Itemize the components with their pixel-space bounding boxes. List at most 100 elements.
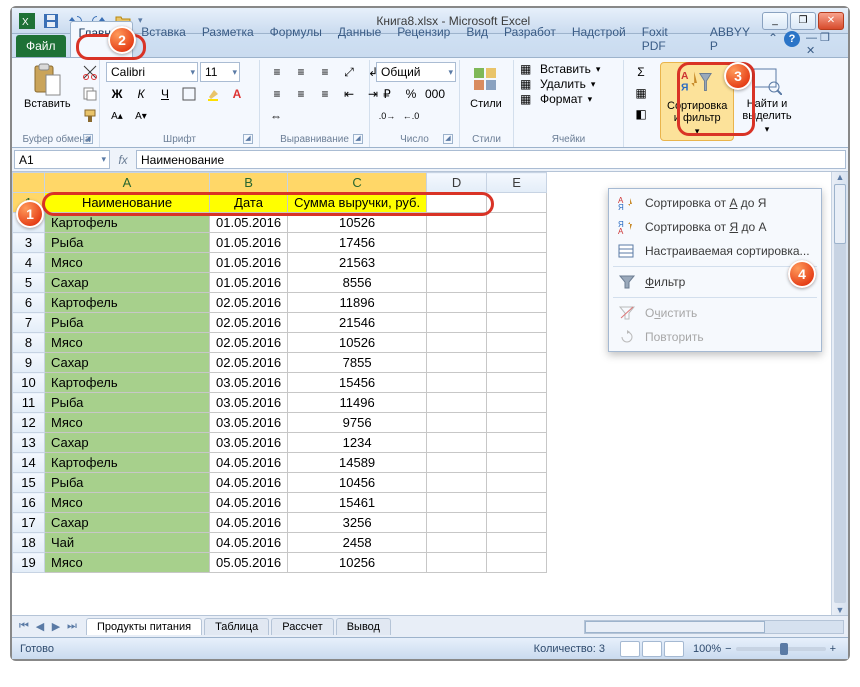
tab-abbyy p[interactable]: ABBYY P xyxy=(702,21,768,57)
row-header-13[interactable]: 13 xyxy=(13,433,45,453)
sum-cell[interactable]: 10526 xyxy=(288,213,427,233)
tab-file[interactable]: Файл xyxy=(16,35,66,57)
date-cell[interactable]: 02.05.2016 xyxy=(210,353,288,373)
sheet-tab[interactable]: Рассчет xyxy=(271,618,334,635)
header-cell[interactable]: Сумма выручки, руб. xyxy=(288,193,427,213)
tab-формулы[interactable]: Формулы xyxy=(262,21,330,57)
align-left-icon[interactable]: ≡ xyxy=(266,84,288,104)
view-normal-icon[interactable] xyxy=(620,641,640,657)
percent-format-icon[interactable]: % xyxy=(400,84,422,104)
sheet-tab[interactable]: Продукты питания xyxy=(86,618,202,635)
zoom-out-button[interactable]: − xyxy=(725,643,731,655)
product-cell[interactable]: Мясо xyxy=(45,253,210,273)
align-middle-icon[interactable]: ≡ xyxy=(290,62,312,82)
font-size-combo[interactable]: 11 xyxy=(200,62,240,82)
menu-sort-desc[interactable]: ЯА Сортировка от Я до А xyxy=(609,215,821,239)
view-page-break-icon[interactable] xyxy=(664,641,684,657)
tab-nav-prev[interactable]: ◀ xyxy=(32,620,48,633)
sum-cell[interactable]: 21563 xyxy=(288,253,427,273)
date-cell[interactable]: 01.05.2016 xyxy=(210,273,288,293)
ribbon-minimize-icon[interactable]: ⌃ xyxy=(768,31,778,57)
product-cell[interactable]: Рыба xyxy=(45,233,210,253)
underline-button[interactable]: Ч xyxy=(154,84,176,104)
row-header-11[interactable]: 11 xyxy=(13,393,45,413)
col-header-A[interactable]: A xyxy=(45,173,210,193)
row-header-4[interactable]: 4 xyxy=(13,253,45,273)
paste-button[interactable]: Вставить xyxy=(20,62,75,112)
product-cell[interactable]: Сахар xyxy=(45,273,210,293)
tab-nav-last[interactable]: ⏭ xyxy=(64,620,80,633)
number-dialog-launcher[interactable]: ◢ xyxy=(443,134,453,144)
tab-данные[interactable]: Данные xyxy=(330,21,389,57)
copy-icon[interactable] xyxy=(79,84,101,104)
product-cell[interactable]: Сахар xyxy=(45,353,210,373)
cells-insert-button[interactable]: ▦Вставить▾ xyxy=(520,62,600,76)
date-cell[interactable]: 03.05.2016 xyxy=(210,373,288,393)
sheet-tab[interactable]: Таблица xyxy=(204,618,269,635)
excel-icon[interactable]: X xyxy=(16,11,38,31)
number-format-combo[interactable]: Общий xyxy=(376,62,456,82)
tab-разметка[interactable]: Разметка xyxy=(194,21,262,57)
date-cell[interactable]: 02.05.2016 xyxy=(210,313,288,333)
sum-cell[interactable]: 11496 xyxy=(288,393,427,413)
tab-надстрой[interactable]: Надстрой xyxy=(564,21,634,57)
sum-cell[interactable]: 10526 xyxy=(288,333,427,353)
borders-button[interactable] xyxy=(178,84,200,104)
bold-button[interactable]: Ж xyxy=(106,84,128,104)
tab-разработ[interactable]: Разработ xyxy=(496,21,564,57)
row-header-14[interactable]: 14 xyxy=(13,453,45,473)
italic-button[interactable]: К xyxy=(130,84,152,104)
sum-cell[interactable]: 14589 xyxy=(288,453,427,473)
product-cell[interactable]: Сахар xyxy=(45,433,210,453)
product-cell[interactable]: Рыба xyxy=(45,473,210,493)
sum-cell[interactable]: 7855 xyxy=(288,353,427,373)
header-cell[interactable]: Наименование xyxy=(45,193,210,213)
horizontal-scrollbar[interactable] xyxy=(584,620,844,634)
row-header-7[interactable]: 7 xyxy=(13,313,45,333)
row-header-17[interactable]: 17 xyxy=(13,513,45,533)
row-header-6[interactable]: 6 xyxy=(13,293,45,313)
product-cell[interactable]: Картофель xyxy=(45,293,210,313)
menu-sort-asc[interactable]: АЯ Сортировка от А до Я xyxy=(609,191,821,215)
name-box[interactable]: A1 xyxy=(14,150,110,169)
workbook-min-icon[interactable]: — ❐ ✕ xyxy=(806,31,842,57)
merge-center-icon[interactable]: ⇔ xyxy=(266,106,286,126)
close-button[interactable]: ✕ xyxy=(818,12,844,30)
row-header-18[interactable]: 18 xyxy=(13,533,45,553)
tab-nav-first[interactable]: ⏮ xyxy=(16,620,32,633)
product-cell[interactable]: Картофель xyxy=(45,213,210,233)
decrease-decimal-icon[interactable]: ←.0 xyxy=(400,106,422,126)
align-center-icon[interactable]: ≡ xyxy=(290,84,312,104)
select-all-cell[interactable] xyxy=(13,173,45,193)
sum-cell[interactable]: 8556 xyxy=(288,273,427,293)
date-cell[interactable]: 04.05.2016 xyxy=(210,533,288,553)
product-cell[interactable]: Картофель xyxy=(45,453,210,473)
increase-font-icon[interactable]: A▴ xyxy=(106,106,128,126)
product-cell[interactable]: Рыба xyxy=(45,313,210,333)
zoom-slider[interactable] xyxy=(736,647,826,651)
row-header-5[interactable]: 5 xyxy=(13,273,45,293)
row-header-16[interactable]: 16 xyxy=(13,493,45,513)
font-name-combo[interactable]: Calibri xyxy=(106,62,198,82)
date-cell[interactable]: 03.05.2016 xyxy=(210,433,288,453)
align-top-icon[interactable]: ≡ xyxy=(266,62,288,82)
date-cell[interactable]: 04.05.2016 xyxy=(210,513,288,533)
date-cell[interactable]: 04.05.2016 xyxy=(210,453,288,473)
sum-cell[interactable]: 2458 xyxy=(288,533,427,553)
decrease-indent-icon[interactable]: ⇤ xyxy=(338,84,360,104)
clear-icon[interactable]: ◧ xyxy=(630,104,652,124)
sum-cell[interactable]: 3256 xyxy=(288,513,427,533)
sum-cell[interactable]: 11896 xyxy=(288,293,427,313)
comma-format-icon[interactable]: 000 xyxy=(424,84,446,104)
orientation-icon[interactable]: ⤢ xyxy=(338,62,360,82)
save-icon[interactable] xyxy=(40,11,62,31)
col-header-E[interactable]: E xyxy=(487,173,547,193)
cells-format-button[interactable]: ▦Формат▾ xyxy=(520,92,592,106)
product-cell[interactable]: Мясо xyxy=(45,553,210,573)
col-header-C[interactable]: C xyxy=(288,173,427,193)
sum-cell[interactable]: 9756 xyxy=(288,413,427,433)
date-cell[interactable]: 04.05.2016 xyxy=(210,473,288,493)
maximize-button[interactable]: ❐ xyxy=(790,12,816,30)
fill-color-button[interactable] xyxy=(202,84,224,104)
sum-cell[interactable]: 15456 xyxy=(288,373,427,393)
